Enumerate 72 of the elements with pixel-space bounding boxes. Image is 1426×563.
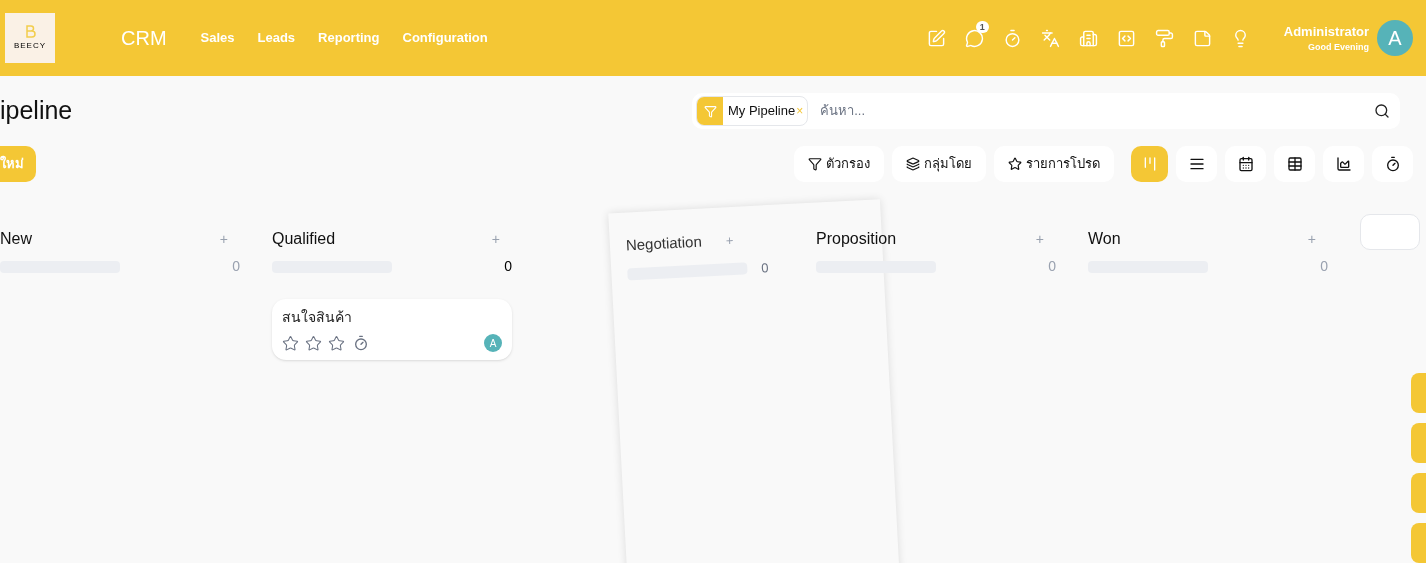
- layers-icon: [906, 157, 920, 171]
- column-title: Proposition: [816, 229, 897, 249]
- table-icon: [1286, 156, 1303, 172]
- building-icon[interactable]: [1078, 28, 1098, 48]
- menu-link[interactable]: Sales: [200, 28, 235, 48]
- paint-roller-icon[interactable]: [1154, 28, 1174, 48]
- remove-facet-button[interactable]: ×: [795, 102, 808, 120]
- user-name[interactable]: Administrator: [1283, 21, 1369, 41]
- clock-icon[interactable]: [353, 335, 369, 351]
- toolbar-button[interactable]: รายการโปรด: [994, 146, 1114, 182]
- filter-facet[interactable]: My Pipeline×: [696, 96, 809, 126]
- lead-card[interactable]: สนใจสินค้า A: [272, 299, 512, 360]
- graph-view-button[interactable]: [1323, 146, 1364, 182]
- menu-link[interactable]: Configuration: [402, 28, 488, 48]
- column-count: 0: [504, 257, 512, 276]
- column-title: New: [0, 229, 32, 249]
- add-button[interactable]: +: [1307, 228, 1316, 250]
- menu-link[interactable]: Reporting: [318, 28, 380, 48]
- search-field[interactable]: My Pipeline× ค้นหา...: [692, 93, 1400, 129]
- facet-label: My Pipeline: [727, 102, 796, 121]
- note-icon[interactable]: [1192, 28, 1212, 48]
- activity-view-button[interactable]: [1372, 146, 1413, 182]
- filter-icon: [808, 157, 822, 171]
- logo-text: BEECY: [13, 39, 47, 52]
- code-icon[interactable]: [1116, 28, 1136, 48]
- side-tab[interactable]: [1411, 373, 1426, 413]
- calendar-icon: [1237, 156, 1254, 172]
- user-avatar[interactable]: A: [1377, 20, 1413, 56]
- filter-icon: [703, 104, 717, 118]
- column-count: 0: [232, 257, 240, 276]
- search-icon[interactable]: [1374, 103, 1390, 119]
- column-title: Won: [1088, 229, 1121, 249]
- menu-link[interactable]: Leads: [257, 28, 296, 48]
- side-tab[interactable]: [1411, 523, 1426, 563]
- add-button[interactable]: +: [1035, 228, 1044, 250]
- page-title: ipeline: [0, 95, 73, 127]
- add-button[interactable]: +: [491, 228, 500, 250]
- stopwatch-icon: [1384, 156, 1401, 172]
- column-title: Negotiation: [625, 231, 703, 256]
- translate-icon[interactable]: [1040, 28, 1060, 48]
- area-chart-icon: [1335, 156, 1352, 172]
- add-button[interactable]: +: [725, 230, 734, 251]
- kanban-view-button[interactable]: [1131, 146, 1168, 182]
- star-icon[interactable]: [282, 334, 299, 352]
- add-column-box[interactable]: [1360, 214, 1420, 250]
- side-tab[interactable]: [1411, 473, 1426, 513]
- toolbar-button[interactable]: กลุ่มโดย: [892, 146, 986, 182]
- calendar-view-button[interactable]: [1225, 146, 1266, 182]
- add-button[interactable]: +: [219, 228, 228, 250]
- list-view-button[interactable]: [1176, 146, 1217, 182]
- toolbar-button[interactable]: ตัวกรอง: [794, 146, 884, 182]
- chat-icon[interactable]: [964, 28, 984, 48]
- edit-icon[interactable]: [926, 28, 946, 48]
- side-tab[interactable]: [1411, 423, 1426, 463]
- new-button[interactable]: ใหม่: [0, 146, 36, 182]
- card-title: สนใจสินค้า: [282, 308, 353, 327]
- logo-mark-icon: [24, 24, 36, 39]
- list-icon: [1188, 156, 1205, 172]
- column-count: 0: [1320, 257, 1328, 276]
- star-icon[interactable]: [328, 334, 345, 352]
- greeting-text: Good Evening: [1308, 41, 1369, 54]
- column-count: 0: [760, 258, 770, 277]
- table-view-button[interactable]: [1274, 146, 1315, 182]
- app-title[interactable]: CRM: [121, 23, 167, 53]
- star-icon[interactable]: [305, 334, 322, 352]
- logo[interactable]: BEECY: [5, 13, 55, 63]
- column-count: 0: [1048, 257, 1056, 276]
- avatar: A: [484, 334, 502, 352]
- notification-badge: 1: [975, 20, 989, 33]
- column-title: Qualified: [272, 229, 336, 249]
- star-icon: [1008, 157, 1022, 171]
- star-rating[interactable]: [282, 334, 345, 352]
